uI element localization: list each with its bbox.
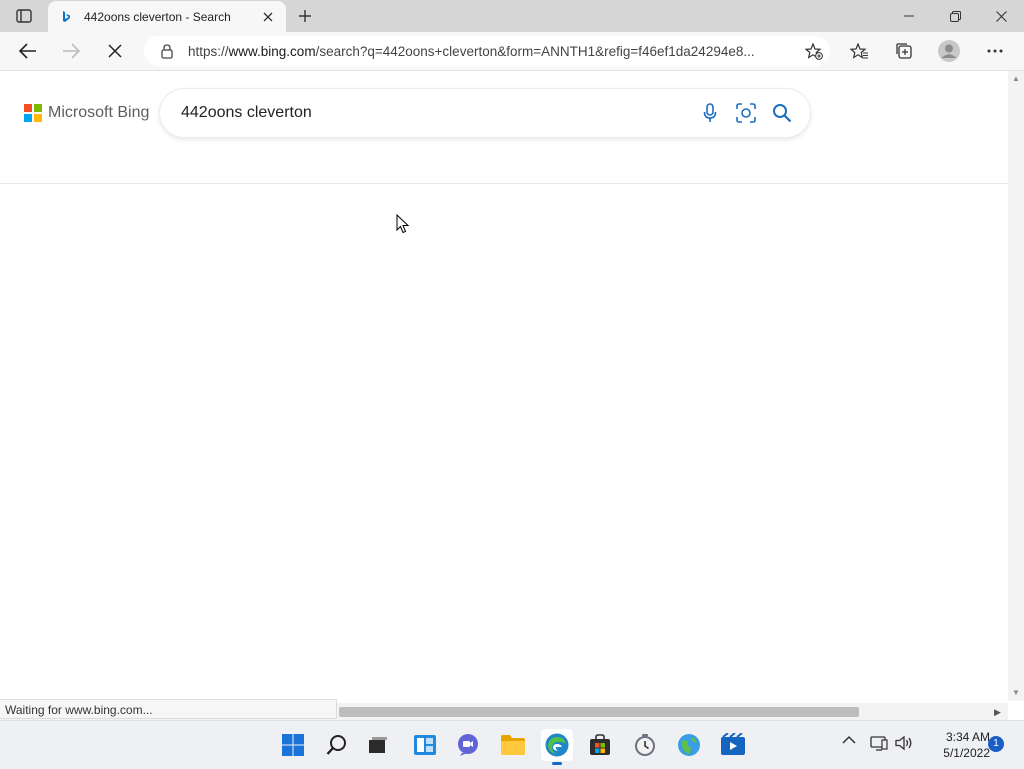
start-button[interactable] (277, 729, 309, 761)
edge-taskbar-icon[interactable] (541, 729, 573, 765)
url-prefix: https:// (188, 43, 229, 59)
brand-name: Microsoft Bing (48, 104, 150, 121)
volume-icon[interactable] (895, 735, 913, 751)
close-window-button[interactable] (978, 0, 1024, 32)
browser-toolbar: https://www.bing.com/search?q=442oons+cl… (0, 32, 1024, 71)
visual-search-icon[interactable] (728, 95, 764, 131)
microsoft-bing-logo[interactable]: Microsoft Bing (24, 104, 149, 122)
microsoft-logo-icon (24, 104, 42, 122)
forward-button[interactable] (55, 35, 87, 67)
url-host: www.bing.com (228, 43, 316, 59)
stop-loading-button[interactable] (99, 35, 131, 67)
clock-app-icon[interactable] (629, 729, 661, 761)
tab-strip: 442oons cleverton - Search (0, 0, 1024, 32)
status-bar: Waiting for www.bing.com... (0, 699, 337, 719)
active-app-indicator (552, 762, 562, 765)
add-favorite-icon[interactable] (798, 36, 830, 66)
teams-chat-icon[interactable] (452, 729, 484, 761)
back-button[interactable] (12, 35, 44, 67)
show-hidden-icons-icon[interactable] (842, 735, 856, 744)
url-text[interactable]: https://www.bing.com/search?q=442oons+cl… (188, 44, 798, 59)
file-explorer-icon[interactable] (497, 729, 529, 761)
widgets-icon[interactable] (409, 729, 441, 761)
taskbar-search-icon[interactable] (321, 729, 353, 761)
system-clock[interactable]: 3:34 AM 5/1/2022 (920, 729, 990, 761)
clock-date: 5/1/2022 (943, 746, 990, 760)
address-bar[interactable]: https://www.bing.com/search?q=442oons+cl… (144, 36, 830, 66)
tab-actions-icon[interactable] (10, 7, 38, 25)
vertical-scrollbar[interactable]: ▲ ▼ (1008, 71, 1024, 701)
restore-button[interactable] (932, 0, 978, 32)
lock-icon[interactable] (154, 43, 180, 59)
minimize-button[interactable] (886, 0, 932, 32)
favorites-icon[interactable] (843, 35, 875, 67)
new-tab-button[interactable] (292, 4, 318, 28)
scroll-up-icon[interactable]: ▲ (1012, 75, 1020, 83)
bing-favicon-icon (58, 9, 74, 25)
mouse-cursor-icon (396, 213, 410, 239)
search-box[interactable]: 442oons cleverton (160, 89, 810, 137)
store-icon[interactable] (584, 729, 616, 761)
task-view-icon[interactable] (362, 729, 394, 761)
browser-tab[interactable]: 442oons cleverton - Search (48, 1, 286, 32)
search-input[interactable]: 442oons cleverton (181, 104, 692, 122)
bing-header: Microsoft Bing 442oons cleverton (0, 71, 1008, 184)
page-content: Microsoft Bing 442oons cleverton (0, 71, 1008, 701)
profile-avatar[interactable] (933, 35, 965, 67)
notification-badge[interactable]: 1 (988, 736, 1004, 752)
clock-time: 3:34 AM (945, 730, 990, 744)
network-icon[interactable] (870, 735, 888, 751)
more-options-icon[interactable] (979, 35, 1011, 67)
search-icon[interactable] (764, 95, 800, 131)
horizontal-scroll-thumb[interactable] (339, 707, 859, 717)
url-rest: /search?q=442oons+cleverton&form=ANNTH1&… (315, 43, 755, 59)
movies-tv-icon[interactable] (717, 729, 749, 761)
maps-icon[interactable] (673, 729, 705, 761)
tab-title: 442oons cleverton - Search (84, 9, 231, 24)
collections-icon[interactable] (888, 35, 920, 67)
tab-close-icon[interactable] (256, 5, 280, 29)
microphone-icon[interactable] (692, 95, 728, 131)
scroll-right-icon[interactable]: ▶ (994, 707, 1001, 718)
taskbar: 3:34 AM 5/1/2022 (0, 720, 1024, 769)
scroll-down-icon[interactable]: ▼ (1012, 689, 1020, 697)
